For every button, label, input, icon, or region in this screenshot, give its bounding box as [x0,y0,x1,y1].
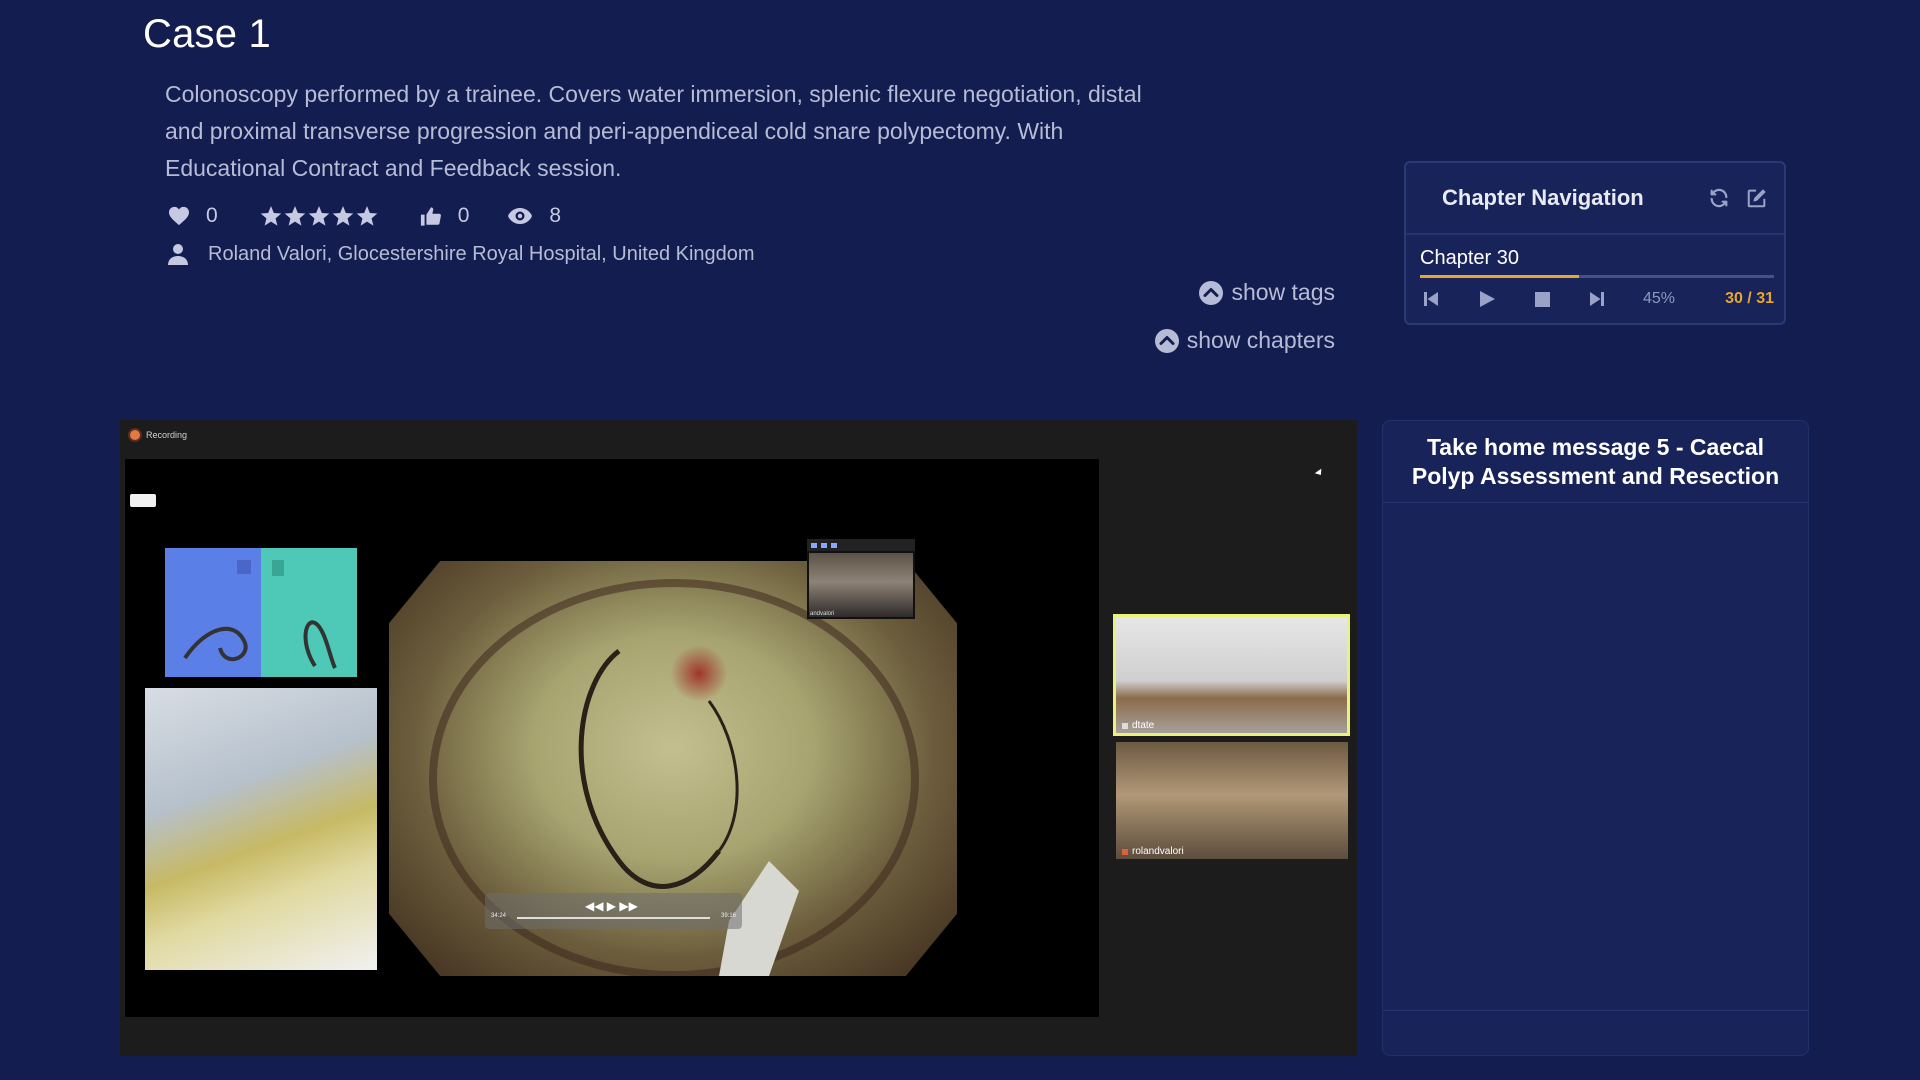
stats-bar: 0 0 8 [168,202,561,230]
pin-icon [1122,722,1128,729]
recording-indicator: Recording [130,430,187,440]
refresh-icon[interactable] [1708,187,1730,214]
star-icon[interactable] [332,205,354,227]
show-chapters-toggle[interactable]: show chapters [1154,327,1335,354]
embedded-player-controls: ◀◀ ▶ ▶▶ 34:24 39:16 [485,893,742,929]
chevron-up-circle-icon [1199,280,1224,305]
edit-icon[interactable] [1746,187,1768,214]
video-preview-thumbnail: andvalori [807,539,915,619]
mic-off-icon [1122,848,1128,855]
chapter-navigation-title: Chapter Navigation [1442,185,1644,210]
panel-divider [1383,1010,1808,1011]
thumbs-up-count: 0 [457,204,470,227]
screen-share-area: ◀◀ ▶ ▶▶ 34:24 39:16 andvalori [125,459,1099,1017]
recording-label: Recording [146,430,188,440]
endoscopy-view: ◀◀ ▶ ▶▶ 34:24 39:16 [389,561,957,976]
rating-stars[interactable] [260,205,378,227]
user-icon [168,243,188,265]
chevron-up-circle-icon [1154,328,1179,353]
mouse-cursor-icon [1314,468,1325,478]
heart-icon[interactable] [168,206,190,226]
take-home-message-title: Take home message 5 - Caecal Polyp Asses… [1411,433,1780,489]
star-icon[interactable] [356,205,378,227]
operating-room-camera [145,688,377,970]
play-icon[interactable] [1476,288,1498,310]
video-player[interactable]: Recording ◀◀ ▶ ▶▶ 34:24 39:16 andvalori … [120,420,1357,1056]
show-chapters-label[interactable]: show chapters [1187,327,1335,354]
chapter-progress-fill [1420,275,1580,278]
share-badge-icon [130,494,156,507]
chapter-progress-bar[interactable] [1420,275,1774,278]
scope-position-image [165,548,357,677]
embedded-play-icon: ◀◀ ▶ ▶▶ [585,899,638,913]
take-home-message-panel: Take home message 5 - Caecal Polyp Asses… [1382,420,1809,1056]
views-count: 8 [549,204,562,227]
current-chapter-label: Chapter 30 [1420,247,1519,269]
take-home-message-header: Take home message 5 - Caecal Polyp Asses… [1383,421,1808,503]
skip-back-icon[interactable] [1420,288,1442,310]
embedded-time-start: 34:24 [491,913,507,919]
star-icon[interactable] [308,205,330,227]
author-line: Roland Valori, Glocestershire Royal Hosp… [168,241,755,267]
preview-label: andvalori [810,611,835,617]
embedded-time-end: 39:16 [720,913,736,919]
chapter-progress-percent: 45% [1643,290,1676,307]
chapter-count: 30 / 31 [1725,290,1774,307]
chapter-navigation-header: Chapter Navigation [1406,163,1784,235]
thumbs-up-icon[interactable] [420,206,442,227]
likes-count: 0 [206,204,218,227]
participant-tile[interactable]: rolandvalori [1116,742,1348,859]
skip-forward-icon[interactable] [1586,288,1608,310]
record-icon [130,430,140,440]
author-text: Roland Valori, Glocestershire Royal Hosp… [208,242,755,265]
show-tags-toggle[interactable]: show tags [1199,279,1335,306]
star-icon[interactable] [284,205,306,227]
stop-icon[interactable] [1531,288,1553,310]
chapter-player-controls: 45% 30 / 31 [1420,287,1774,311]
chapter-navigation-card: Chapter Navigation Chapter 30 45% 30 / 3… [1404,161,1786,325]
eye-icon [507,207,533,225]
case-description: Colonoscopy performed by a trainee. Cove… [165,81,1142,181]
page-title: Case 1 [143,12,271,56]
participant-name: dtate [1132,720,1155,731]
show-tags-label[interactable]: show tags [1231,279,1335,306]
participant-tile-active[interactable]: dtate [1113,614,1350,736]
star-icon[interactable] [260,205,282,227]
participant-name: rolandvalori [1132,846,1184,857]
